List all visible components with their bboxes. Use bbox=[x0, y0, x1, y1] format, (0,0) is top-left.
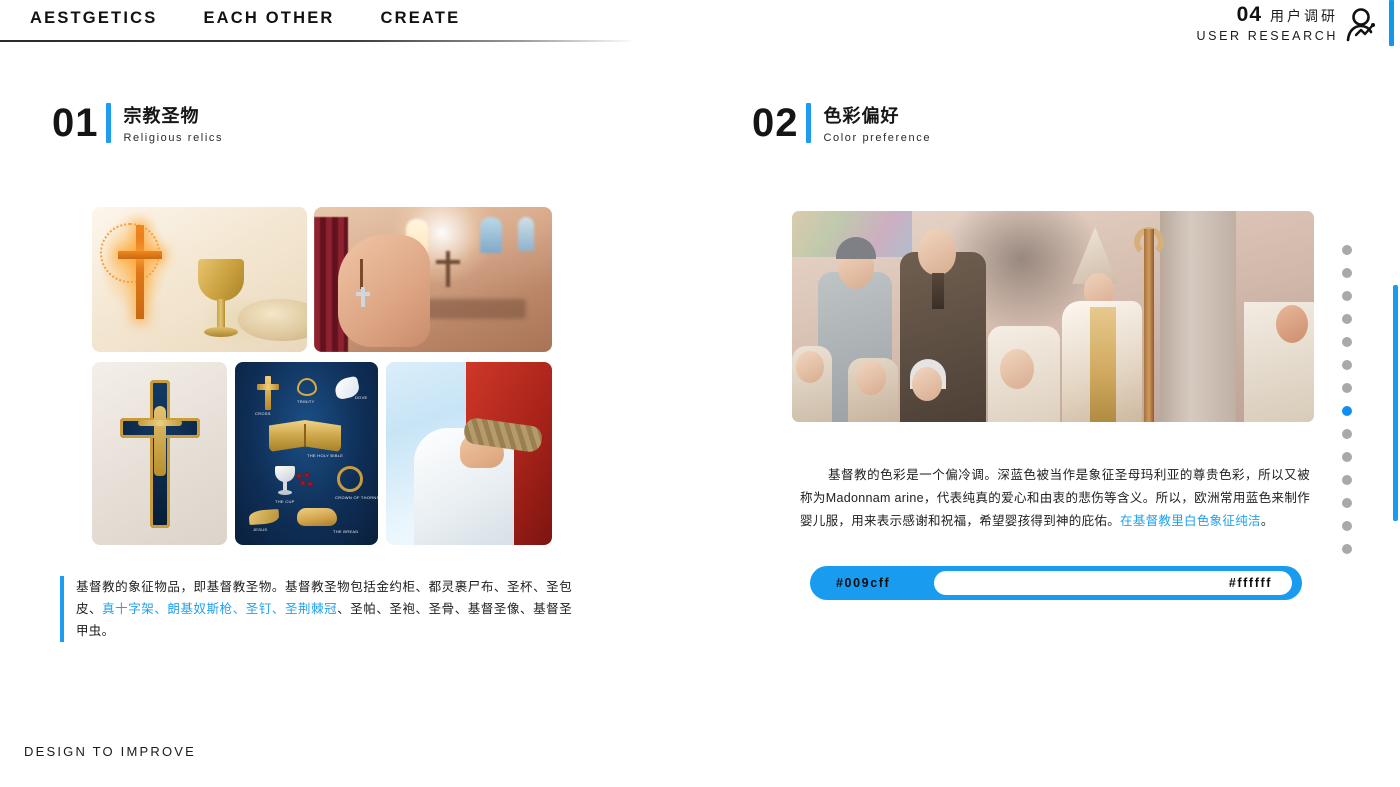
section-01-title-group: 宗教圣物 Religious relics bbox=[124, 102, 224, 144]
chapter-title-cn: 用户调研 bbox=[1270, 8, 1338, 24]
infographic-label-bread: THE BREAD bbox=[333, 529, 359, 535]
bread-loaf-object bbox=[238, 299, 307, 341]
page-dot-13[interactable] bbox=[1342, 521, 1352, 531]
crozier-staff bbox=[1144, 229, 1154, 422]
section-heading-01: 01 宗教圣物 Religious relics bbox=[52, 102, 223, 144]
glowing-cross-icon bbox=[118, 225, 162, 319]
page-dot-3[interactable] bbox=[1342, 291, 1352, 301]
ornate-crucifix-photo[interactable] bbox=[92, 362, 227, 545]
infographic-crown-of-thorns-icon bbox=[337, 466, 363, 492]
child-front-mid-head bbox=[856, 361, 886, 395]
page-dot-5[interactable] bbox=[1342, 337, 1352, 347]
header-divider-rule bbox=[0, 40, 636, 42]
chapter-number: 04 bbox=[1236, 3, 1262, 26]
altar-cross-icon bbox=[436, 251, 460, 287]
primary-color-hex: #009cff bbox=[836, 576, 891, 590]
jesus-bound-hands-photo[interactable] bbox=[386, 362, 552, 545]
child-right-edge-head bbox=[1276, 305, 1308, 343]
page-dot-6[interactable] bbox=[1342, 360, 1352, 370]
page-dot-indicators[interactable] bbox=[1342, 245, 1352, 554]
section-heading-02: 02 色彩偏好 Color preference bbox=[752, 102, 931, 144]
infographic-label-trinity: TRINITY bbox=[297, 399, 315, 405]
infographic-trinity-icon bbox=[297, 378, 317, 396]
color-paragraph-part2: 。 bbox=[1260, 514, 1274, 528]
infographic-cup-icon bbox=[275, 466, 295, 496]
page-dot-9[interactable] bbox=[1342, 429, 1352, 439]
section-01-number: 01 bbox=[52, 101, 99, 145]
infographic-label-jesus: JESUS bbox=[253, 527, 268, 533]
confirmation-ceremony-illustration[interactable] bbox=[792, 211, 1314, 422]
page-dot-14[interactable] bbox=[1342, 544, 1352, 554]
golden-chalice-object bbox=[198, 259, 244, 341]
color-paragraph: 基督教的色彩是一个偏冷调。深蓝色被当作是象征圣母玛利亚的尊贵色彩，所以又被称为M… bbox=[800, 464, 1310, 533]
section-01-accent-bar bbox=[105, 103, 111, 143]
color-description-block: 基督教的色彩是一个偏冷调。深蓝色被当作是象征圣母玛利亚的尊贵色彩，所以又被称为M… bbox=[800, 464, 1310, 533]
page-dot-12[interactable] bbox=[1342, 498, 1352, 508]
boy-in-suit-head bbox=[918, 229, 956, 275]
section-02-title-cn: 色彩偏好 bbox=[823, 106, 900, 126]
infographic-fish-icon bbox=[248, 508, 280, 526]
infographic-cross-icon bbox=[257, 376, 279, 410]
page-dot-2[interactable] bbox=[1342, 268, 1352, 278]
page-dot-1[interactable] bbox=[1342, 245, 1352, 255]
girl-veil-head bbox=[912, 367, 942, 401]
relics-paragraph-highlight[interactable]: 真十字架、朗基奴斯枪、圣钉、圣荆棘冠 bbox=[102, 602, 337, 616]
section-01-title-cn: 宗教圣物 bbox=[123, 106, 200, 126]
page-dot-10[interactable] bbox=[1342, 452, 1352, 462]
chapter-label: 04 用户调研 USER RESEARCH bbox=[1197, 3, 1338, 43]
infographic-bread-icon bbox=[297, 508, 337, 526]
church-window-2 bbox=[480, 217, 502, 253]
user-chart-icon bbox=[1342, 4, 1382, 44]
infographic-label-bible: THE HOLY BIBLE bbox=[307, 453, 344, 459]
cross-chalice-bread-photo[interactable] bbox=[92, 207, 307, 352]
praying-hands-rosary-photo[interactable] bbox=[314, 207, 552, 352]
footer-tagline: DESIGN TO IMPROVE bbox=[24, 744, 197, 759]
rosary-icon bbox=[352, 259, 372, 307]
infographic-label-dove: DOVE bbox=[355, 395, 368, 401]
infographic-label-cross: CROSS bbox=[255, 411, 271, 417]
relics-image-grid: CROSS TRINITY DOVE THE HOLY BIBLE THE CU… bbox=[92, 207, 560, 545]
nav-item-each-other[interactable]: EACH OTHER bbox=[203, 9, 334, 28]
infographic-grapes-icon bbox=[293, 470, 315, 494]
page-dot-7[interactable] bbox=[1342, 383, 1352, 393]
infographic-bible-icon bbox=[269, 420, 341, 452]
section-02-accent-bar bbox=[805, 103, 811, 143]
stone-pillar bbox=[1160, 211, 1236, 422]
header-accent-bar bbox=[1389, 0, 1394, 46]
color-swatch-bar[interactable]: #009cff #ffffff bbox=[810, 566, 1302, 600]
christian-symbols-infographic[interactable]: CROSS TRINITY DOVE THE HOLY BIBLE THE CU… bbox=[235, 362, 378, 545]
page-dot-8-active[interactable] bbox=[1342, 406, 1352, 416]
nav-item-create[interactable]: CREATE bbox=[381, 9, 461, 28]
chapter-title-row: 04 用户调研 bbox=[1197, 3, 1338, 27]
top-header-bar: AESTGETICS EACH OTHER CREATE 04 用户调研 USE… bbox=[0, 0, 1400, 46]
section-02-title-group: 色彩偏好 Color preference bbox=[824, 102, 932, 144]
secondary-color-pill[interactable]: #ffffff bbox=[934, 571, 1292, 595]
relics-paragraph: 基督教的象征物品，即基督教圣物。基督教圣物包括金约柜、都灵裹尸布、圣杯、圣包皮、… bbox=[76, 576, 572, 642]
vertical-scrollbar-thumb[interactable] bbox=[1393, 285, 1398, 521]
chapter-title-en: USER RESEARCH bbox=[1196, 29, 1338, 43]
bishop-stole bbox=[1090, 307, 1116, 422]
section-02-title-en: Color preference bbox=[823, 132, 932, 144]
boy-necktie bbox=[932, 273, 944, 309]
page-dot-11[interactable] bbox=[1342, 475, 1352, 485]
nav-item-aestgetics[interactable]: AESTGETICS bbox=[30, 9, 157, 28]
relics-description-block: 基督教的象征物品，即基督教圣物。基督教圣物包括金约柜、都灵裹尸布、圣杯、圣包皮、… bbox=[60, 576, 572, 642]
infographic-label-cup: THE CUP bbox=[275, 499, 295, 505]
child-front-left-head bbox=[796, 351, 824, 383]
crucifix-object bbox=[120, 380, 200, 528]
secondary-color-hex: #ffffff bbox=[1228, 576, 1272, 590]
main-navigation: AESTGETICS EACH OTHER CREATE bbox=[30, 9, 460, 28]
section-01-title-en: Religious relics bbox=[123, 132, 224, 144]
church-window-3 bbox=[518, 217, 534, 251]
bishop-figure bbox=[1060, 227, 1168, 422]
color-paragraph-highlight[interactable]: 在基督教里白色象征纯洁 bbox=[1120, 514, 1261, 528]
page-dot-4[interactable] bbox=[1342, 314, 1352, 324]
section-02-number: 02 bbox=[752, 101, 799, 145]
altar-server-head bbox=[1000, 349, 1034, 389]
infographic-label-crown: CROWN OF THORNS bbox=[335, 495, 378, 501]
